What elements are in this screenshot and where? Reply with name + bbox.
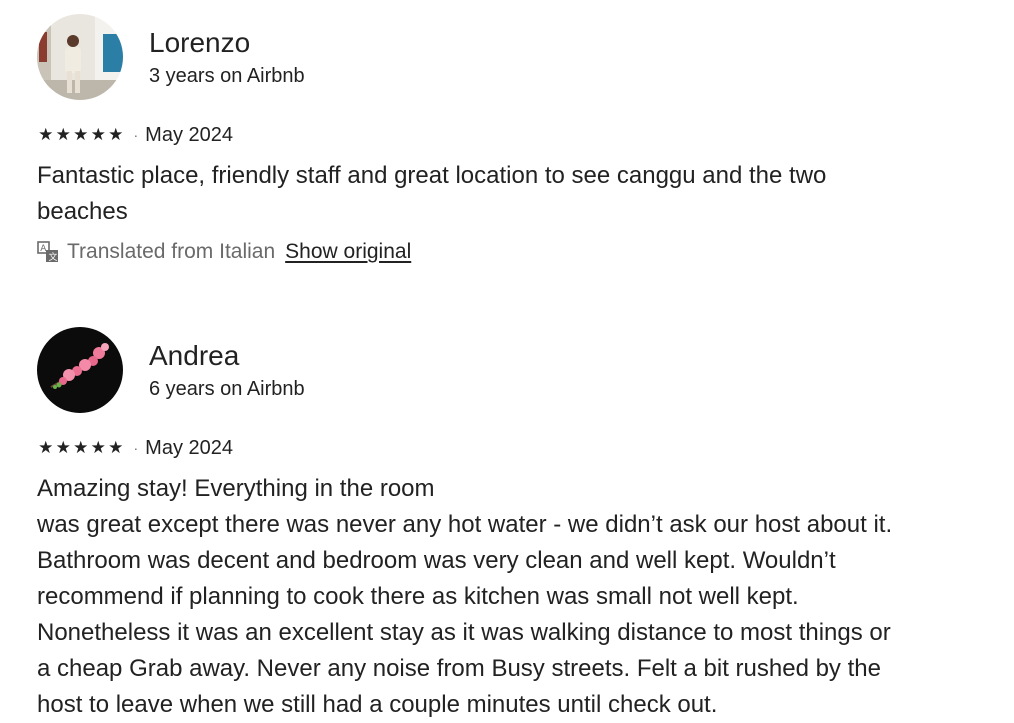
review-card: Lorenzo 3 years on Airbnb ★ ★ ★ ★ ★ · Ma…	[37, 14, 997, 266]
star-icon: ★	[108, 125, 124, 144]
svg-text:文: 文	[49, 251, 58, 263]
review-date: May 2024	[145, 437, 234, 459]
review-meta: ★ ★ ★ ★ ★ · May 2024	[37, 435, 997, 461]
star-icon: ★	[38, 438, 54, 457]
review-date: May 2024	[145, 124, 234, 146]
review-card: Andrea 6 years on Airbnb ★ ★ ★ ★ ★ · May…	[37, 327, 997, 723]
star-rating: ★ ★ ★ ★ ★	[37, 125, 125, 145]
avatar[interactable]	[37, 14, 123, 100]
translation-row: A 文 Translated from Italian Show origina…	[37, 238, 997, 266]
star-icon: ★	[73, 125, 89, 144]
review-text: Amazing stay! Everything in the room was…	[37, 475, 893, 718]
star-icon: ★	[55, 125, 71, 144]
review-text: Fantastic place, friendly staff and grea…	[37, 162, 827, 225]
star-icon: ★	[108, 438, 124, 457]
reviewer-tenure: 3 years on Airbnb	[149, 64, 305, 87]
reviewer-header: Lorenzo 3 years on Airbnb	[37, 14, 997, 100]
reviewer-tenure: 6 years on Airbnb	[149, 377, 305, 400]
reviewer-info: Andrea 6 years on Airbnb	[149, 339, 305, 402]
star-icon: ★	[90, 125, 106, 144]
reviewer-header: Andrea 6 years on Airbnb	[37, 327, 997, 413]
avatar-photo	[37, 14, 123, 100]
reviewer-name[interactable]: Lorenzo	[149, 26, 305, 60]
reviewer-info: Lorenzo 3 years on Airbnb	[149, 26, 305, 89]
translate-icon: A 文	[37, 241, 58, 263]
avatar-photo	[37, 327, 123, 413]
separator-dot: ·	[133, 440, 139, 456]
star-icon: ★	[73, 438, 89, 457]
separator-dot: ·	[133, 127, 139, 143]
avatar[interactable]	[37, 327, 123, 413]
translated-from-label: Translated from Italian	[67, 240, 276, 263]
star-rating: ★ ★ ★ ★ ★	[37, 438, 125, 458]
star-icon: ★	[90, 438, 106, 457]
star-icon: ★	[55, 438, 71, 457]
show-original-link[interactable]: Show original	[285, 240, 411, 264]
review-meta: ★ ★ ★ ★ ★ · May 2024	[37, 122, 997, 148]
star-icon: ★	[38, 125, 54, 144]
reviewer-name[interactable]: Andrea	[149, 339, 305, 373]
